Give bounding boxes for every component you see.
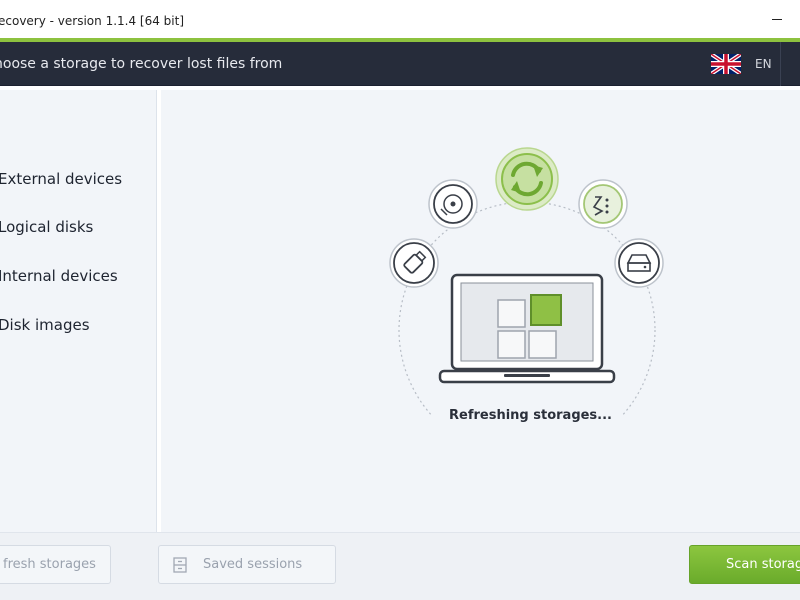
saved-sessions-label: Saved sessions xyxy=(203,557,303,572)
footer-bar: fresh storages Saved sessions Scan stora… xyxy=(0,532,800,600)
title-bar: ecovery - version 1.1.4 [64 bit] xyxy=(0,0,800,40)
window-title: ecovery - version 1.1.4 [64 bit] xyxy=(0,14,185,28)
header-bar: hoose a storage to recover lost files fr… xyxy=(0,42,800,86)
refresh-storages-button[interactable]: fresh storages xyxy=(0,545,111,584)
refresh-illustration xyxy=(389,147,664,415)
sidebar-item-disk-images[interactable]: Disk images xyxy=(0,316,90,334)
scan-storage-button[interactable]: Scan storag xyxy=(689,545,800,584)
main-panel: Refreshing storages... xyxy=(161,90,800,532)
scan-storage-label: Scan storag xyxy=(726,557,800,572)
page-heading: hoose a storage to recover lost files fr… xyxy=(0,56,283,72)
header-divider xyxy=(780,42,781,86)
sidebar-item-logical-disks[interactable]: Logical disks xyxy=(0,218,93,236)
usb-drive-icon xyxy=(389,238,439,288)
refresh-storages-label: fresh storages xyxy=(3,557,96,572)
saved-sessions-button[interactable]: Saved sessions xyxy=(158,545,336,584)
minimize-icon xyxy=(772,18,782,20)
refresh-icon xyxy=(495,147,559,211)
optical-disk-icon xyxy=(428,179,478,229)
language-selector[interactable]: EN xyxy=(711,54,772,74)
memory-card-icon xyxy=(578,179,628,229)
uk-flag-icon xyxy=(711,54,741,74)
status-text: Refreshing storages... xyxy=(449,408,612,423)
storage-sidebar: External devices Logical disks Internal … xyxy=(0,90,157,532)
laptop-icon xyxy=(438,273,616,384)
sidebar-item-internal-devices[interactable]: Internal devices xyxy=(0,267,118,285)
sessions-icon xyxy=(173,556,187,573)
language-code: EN xyxy=(755,57,772,71)
sidebar-item-external-devices[interactable]: External devices xyxy=(0,170,122,188)
hard-drive-icon xyxy=(614,238,664,288)
minimize-button[interactable] xyxy=(760,6,794,32)
